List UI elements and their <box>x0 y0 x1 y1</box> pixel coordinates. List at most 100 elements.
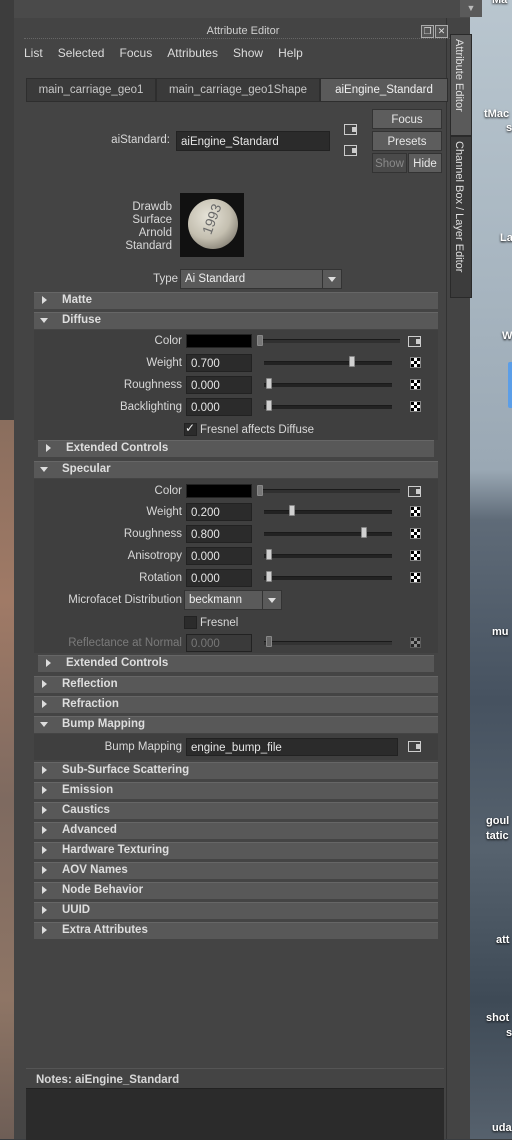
desktop-icon-label[interactable]: mu <box>492 626 512 638</box>
side-tab-attribute-editor[interactable]: Attribute Editor <box>450 34 472 136</box>
section-reflection[interactable]: Reflection <box>34 676 438 693</box>
specular-weight-slider-thumb[interactable] <box>289 505 295 516</box>
desktop-icon-label[interactable]: W <box>502 330 512 342</box>
map-button-icon[interactable] <box>408 336 421 347</box>
specular-color-swatch[interactable] <box>186 484 252 498</box>
desktop-icon-label[interactable]: Ma <box>492 0 512 6</box>
section-emission[interactable]: Emission <box>34 782 438 799</box>
notes-textarea[interactable] <box>26 1088 444 1140</box>
hide-button[interactable]: Hide <box>408 153 442 173</box>
focus-button[interactable]: Focus <box>372 109 442 129</box>
menu-focus[interactable]: Focus <box>120 42 153 64</box>
checker-map-icon[interactable] <box>410 379 421 390</box>
desktop-icon-label[interactable]: s <box>506 1027 512 1039</box>
desktop-icon-label[interactable]: uda <box>492 1122 512 1134</box>
specular-roughness-field[interactable]: 0.800 <box>186 525 252 543</box>
desktop-icon-label[interactable]: tMac <box>484 108 512 120</box>
material-swatch[interactable]: 1993 <box>180 193 244 257</box>
diffuse-color-slider[interactable] <box>260 339 400 343</box>
diffuse-roughness-field[interactable]: 0.000 <box>186 376 252 394</box>
show-button[interactable]: Show <box>372 153 407 173</box>
section-hardware-texturing[interactable]: Hardware Texturing <box>34 842 438 859</box>
expand-arrow-icon <box>42 680 47 688</box>
section-node-behavior[interactable]: Node Behavior <box>34 882 438 899</box>
map-button-icon[interactable] <box>408 741 421 752</box>
specular-rotation-label: Rotation <box>139 572 182 584</box>
section-caustics[interactable]: Caustics <box>34 802 438 819</box>
section-uuid[interactable]: UUID <box>34 902 438 919</box>
specular-color-slider[interactable] <box>260 489 400 493</box>
section-title: Matte <box>62 294 93 306</box>
diffuse-backlighting-slider-thumb[interactable] <box>266 400 272 411</box>
specular-fresnel-checkbox[interactable] <box>184 616 197 629</box>
diffuse-roughness-slider[interactable] <box>264 383 392 387</box>
specular-roughness-slider[interactable] <box>264 532 392 536</box>
fresnel-affects-diffuse-checkbox[interactable] <box>184 421 197 436</box>
section-advanced[interactable]: Advanced <box>34 822 438 839</box>
tab-main-carriage-geo1shape[interactable]: main_carriage_geo1Shape <box>156 78 320 102</box>
checker-map-icon[interactable] <box>410 401 421 412</box>
output-connection-icon[interactable] <box>344 145 357 156</box>
node-name-field[interactable]: aiEngine_Standard <box>176 131 330 151</box>
input-connection-icon[interactable] <box>344 124 357 135</box>
scroll-down-icon[interactable]: ▼ <box>460 0 482 17</box>
section-matte[interactable]: Matte <box>34 292 438 309</box>
specular-rotation-slider-thumb[interactable] <box>266 571 272 582</box>
specular-anisotropy-field[interactable]: 0.000 <box>186 547 252 565</box>
desktop-icon-label[interactable]: goul <box>486 815 512 827</box>
desktop-icon-label[interactable]: att <box>496 934 512 946</box>
specular-anisotropy-slider-thumb[interactable] <box>266 549 272 560</box>
tab-main-carriage-geo1[interactable]: main_carriage_geo1 <box>26 78 156 102</box>
desktop-icon[interactable] <box>508 362 512 408</box>
section-diffuse[interactable]: Diffuse <box>34 312 438 329</box>
specular-rotation-slider[interactable] <box>264 576 392 580</box>
specular-weight-field[interactable]: 0.200 <box>186 503 252 521</box>
specular-weight-slider[interactable] <box>264 510 392 514</box>
presets-button[interactable]: Presets <box>372 131 442 151</box>
section-aov-names[interactable]: AOV Names <box>34 862 438 879</box>
checker-map-icon[interactable] <box>410 550 421 561</box>
microfacet-distribution-dropdown[interactable]: beckmann <box>184 590 282 610</box>
section-extended-controls-specular[interactable]: Extended Controls <box>38 655 434 672</box>
type-dropdown[interactable]: Ai Standard <box>180 269 342 289</box>
map-button-icon[interactable] <box>408 486 421 497</box>
reflectance-at-normal-slider <box>264 641 392 645</box>
section-extended-controls-diffuse[interactable]: Extended Controls <box>38 440 434 457</box>
diffuse-weight-slider-thumb[interactable] <box>349 356 355 367</box>
desktop-icon-label[interactable]: tatic <box>486 830 512 842</box>
specular-roughness-slider-thumb[interactable] <box>361 527 367 538</box>
section-title: Specular <box>62 463 111 475</box>
bump-mapping-field[interactable]: engine_bump_file <box>186 738 398 756</box>
specular-anisotropy-slider[interactable] <box>264 554 392 558</box>
diffuse-color-slider-thumb[interactable] <box>257 335 263 346</box>
tab-aiengine-standard[interactable]: aiEngine_Standard <box>320 78 448 102</box>
section-sub-surface-scattering[interactable]: Sub-Surface Scattering <box>34 762 438 779</box>
checker-map-icon[interactable] <box>410 357 421 368</box>
section-refraction[interactable]: Refraction <box>34 696 438 713</box>
desktop-icon-label[interactable]: La <box>500 232 512 244</box>
desktop-icon-label[interactable]: s <box>506 122 512 134</box>
diffuse-backlighting-field[interactable]: 0.000 <box>186 398 252 416</box>
checker-map-icon[interactable] <box>410 572 421 583</box>
diffuse-weight-slider[interactable] <box>264 361 392 365</box>
section-specular[interactable]: Specular <box>34 461 438 478</box>
menu-list[interactable]: List <box>24 42 43 64</box>
section-extra-attributes[interactable]: Extra Attributes <box>34 922 438 939</box>
float-window-icon[interactable]: ❐ <box>421 25 434 38</box>
menu-selected[interactable]: Selected <box>58 42 105 64</box>
diffuse-roughness-slider-thumb[interactable] <box>266 378 272 389</box>
specular-rotation-field[interactable]: 0.000 <box>186 569 252 587</box>
checker-map-icon[interactable] <box>410 528 421 539</box>
menu-show[interactable]: Show <box>233 42 263 64</box>
diffuse-weight-field[interactable]: 0.700 <box>186 354 252 372</box>
desktop-icon-label[interactable]: shot <box>486 1012 512 1024</box>
diffuse-backlighting-slider[interactable] <box>264 405 392 409</box>
close-icon[interactable]: ✕ <box>435 25 448 38</box>
menu-help[interactable]: Help <box>278 42 303 64</box>
diffuse-color-swatch[interactable] <box>186 334 252 348</box>
section-bump-mapping[interactable]: Bump Mapping <box>34 716 438 733</box>
menu-attributes[interactable]: Attributes <box>167 42 218 64</box>
checker-map-icon[interactable] <box>410 506 421 517</box>
side-tab-channel-box[interactable]: Channel Box / Layer Editor <box>450 136 472 298</box>
specular-color-slider-thumb[interactable] <box>257 485 263 496</box>
